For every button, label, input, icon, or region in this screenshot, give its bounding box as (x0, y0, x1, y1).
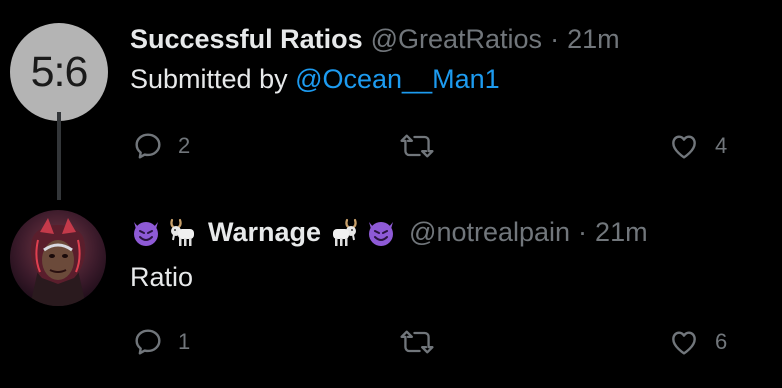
user-handle[interactable]: @notrealpain (409, 217, 570, 248)
retweet-button[interactable] (399, 326, 435, 358)
heart-icon (667, 326, 701, 358)
avatar-text: 5:6 (30, 47, 89, 96)
retweet-icon (399, 326, 435, 358)
tweet-header: Warnage @notrealpain · 21m (130, 212, 648, 252)
like-count: 6 (715, 329, 728, 354)
like-button[interactable]: 6 (667, 326, 727, 358)
reply-button[interactable]: 2 (132, 130, 190, 162)
smiling-devil-emoji (365, 216, 397, 248)
smiling-devil-emoji (130, 216, 162, 248)
separator-dot: · (578, 216, 588, 247)
mention-link[interactable]: @Ocean__Man1 (295, 64, 500, 94)
timestamp[interactable]: 21m (567, 24, 620, 55)
avatar[interactable] (10, 210, 106, 306)
goat-emoji (327, 216, 361, 248)
reply-icon (132, 130, 164, 162)
like-button[interactable]: 4 (667, 130, 727, 162)
avatar[interactable]: 5:6 (10, 23, 108, 121)
tweet-successful-ratios[interactable]: 5:6 Successful Ratios @GreatRatios · 21m… (0, 0, 782, 200)
tweet-warnage[interactable]: Warnage @notrealpain · 21m Ratio 1 6 (0, 190, 782, 388)
display-name[interactable]: Warnage (208, 217, 321, 248)
tweet-text: Ratio (130, 262, 194, 292)
user-handle[interactable]: @GreatRatios (371, 24, 542, 55)
like-count: 4 (715, 133, 728, 158)
tweet-header: Successful Ratios @GreatRatios · 21m (130, 19, 620, 59)
display-name[interactable]: Successful Ratios (130, 24, 363, 55)
reply-count: 2 (178, 133, 191, 158)
timestamp[interactable]: 21m (595, 217, 648, 248)
tweet-text-prefix: Submitted by (130, 64, 296, 94)
reply-button[interactable]: 1 (132, 326, 190, 358)
retweet-button[interactable] (399, 130, 435, 162)
retweet-icon (399, 130, 435, 162)
separator-dot: · (550, 23, 560, 54)
avatar-image (10, 210, 106, 306)
tweet-text: Submitted by @Ocean__Man1 (130, 64, 500, 95)
goat-emoji (166, 216, 200, 248)
reply-count: 1 (178, 329, 191, 354)
reply-icon (132, 326, 164, 358)
thread-connector-line (57, 112, 61, 200)
heart-icon (667, 130, 701, 162)
